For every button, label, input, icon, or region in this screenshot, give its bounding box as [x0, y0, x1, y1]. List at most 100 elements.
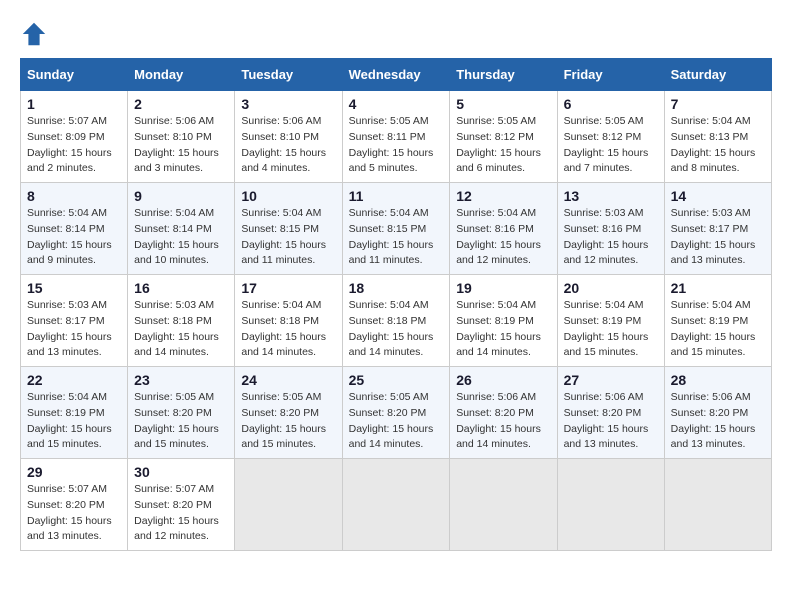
day-number: 9	[134, 188, 228, 204]
sunrise-label: Sunrise: 5:04 AM	[349, 299, 429, 311]
day-number: 15	[27, 280, 121, 296]
day-number: 18	[349, 280, 444, 296]
day-number: 4	[349, 96, 444, 112]
day-info: Sunrise: 5:03 AM Sunset: 8:17 PM Dayligh…	[27, 298, 121, 361]
day-info: Sunrise: 5:06 AM Sunset: 8:20 PM Dayligh…	[671, 390, 765, 453]
daylight-label: Daylight: 15 hours and 13 minutes.	[27, 331, 112, 359]
calendar-cell: 24 Sunrise: 5:05 AM Sunset: 8:20 PM Dayl…	[235, 367, 342, 459]
day-number: 25	[349, 372, 444, 388]
logo-icon	[20, 20, 48, 48]
week-row-4: 22 Sunrise: 5:04 AM Sunset: 8:19 PM Dayl…	[21, 367, 772, 459]
header-sunday: Sunday	[21, 59, 128, 91]
calendar-cell: 13 Sunrise: 5:03 AM Sunset: 8:16 PM Dayl…	[557, 183, 664, 275]
calendar-cell	[235, 459, 342, 551]
daylight-label: Daylight: 15 hours and 12 minutes.	[134, 515, 219, 543]
day-number: 23	[134, 372, 228, 388]
day-info: Sunrise: 5:04 AM Sunset: 8:14 PM Dayligh…	[134, 206, 228, 269]
calendar-cell: 27 Sunrise: 5:06 AM Sunset: 8:20 PM Dayl…	[557, 367, 664, 459]
calendar-cell: 29 Sunrise: 5:07 AM Sunset: 8:20 PM Dayl…	[21, 459, 128, 551]
week-row-1: 1 Sunrise: 5:07 AM Sunset: 8:09 PM Dayli…	[21, 91, 772, 183]
calendar-cell: 25 Sunrise: 5:05 AM Sunset: 8:20 PM Dayl…	[342, 367, 450, 459]
daylight-label: Daylight: 15 hours and 14 minutes.	[349, 423, 434, 451]
sunrise-label: Sunrise: 5:04 AM	[134, 207, 214, 219]
sunset-label: Sunset: 8:15 PM	[349, 223, 427, 235]
calendar-cell: 17 Sunrise: 5:04 AM Sunset: 8:18 PM Dayl…	[235, 275, 342, 367]
day-info: Sunrise: 5:06 AM Sunset: 8:20 PM Dayligh…	[456, 390, 550, 453]
sunrise-label: Sunrise: 5:05 AM	[349, 391, 429, 403]
sunrise-label: Sunrise: 5:07 AM	[134, 483, 214, 495]
calendar-cell: 19 Sunrise: 5:04 AM Sunset: 8:19 PM Dayl…	[450, 275, 557, 367]
day-info: Sunrise: 5:07 AM Sunset: 8:20 PM Dayligh…	[134, 482, 228, 545]
daylight-label: Daylight: 15 hours and 5 minutes.	[349, 147, 434, 175]
sunset-label: Sunset: 8:18 PM	[349, 315, 427, 327]
daylight-label: Daylight: 15 hours and 9 minutes.	[27, 239, 112, 267]
calendar-cell: 5 Sunrise: 5:05 AM Sunset: 8:12 PM Dayli…	[450, 91, 557, 183]
day-number: 13	[564, 188, 658, 204]
sunrise-label: Sunrise: 5:04 AM	[27, 207, 107, 219]
sunset-label: Sunset: 8:20 PM	[134, 407, 212, 419]
header-monday: Monday	[128, 59, 235, 91]
week-row-2: 8 Sunrise: 5:04 AM Sunset: 8:14 PM Dayli…	[21, 183, 772, 275]
day-info: Sunrise: 5:06 AM Sunset: 8:20 PM Dayligh…	[564, 390, 658, 453]
calendar-cell: 7 Sunrise: 5:04 AM Sunset: 8:13 PM Dayli…	[664, 91, 771, 183]
daylight-label: Daylight: 15 hours and 15 minutes.	[564, 331, 649, 359]
sunrise-label: Sunrise: 5:04 AM	[671, 299, 751, 311]
sunrise-label: Sunrise: 5:06 AM	[134, 115, 214, 127]
sunrise-label: Sunrise: 5:07 AM	[27, 115, 107, 127]
sunrise-label: Sunrise: 5:04 AM	[456, 207, 536, 219]
day-info: Sunrise: 5:06 AM Sunset: 8:10 PM Dayligh…	[134, 114, 228, 177]
sunset-label: Sunset: 8:20 PM	[456, 407, 534, 419]
sunrise-label: Sunrise: 5:04 AM	[564, 299, 644, 311]
week-row-5: 29 Sunrise: 5:07 AM Sunset: 8:20 PM Dayl…	[21, 459, 772, 551]
day-number: 14	[671, 188, 765, 204]
sunset-label: Sunset: 8:19 PM	[671, 315, 749, 327]
daylight-label: Daylight: 15 hours and 13 minutes.	[564, 423, 649, 451]
sunset-label: Sunset: 8:20 PM	[671, 407, 749, 419]
sunrise-label: Sunrise: 5:05 AM	[456, 115, 536, 127]
header-tuesday: Tuesday	[235, 59, 342, 91]
day-info: Sunrise: 5:07 AM Sunset: 8:09 PM Dayligh…	[27, 114, 121, 177]
daylight-label: Daylight: 15 hours and 8 minutes.	[671, 147, 756, 175]
calendar-cell: 15 Sunrise: 5:03 AM Sunset: 8:17 PM Dayl…	[21, 275, 128, 367]
daylight-label: Daylight: 15 hours and 14 minutes.	[349, 331, 434, 359]
sunrise-label: Sunrise: 5:04 AM	[456, 299, 536, 311]
daylight-label: Daylight: 15 hours and 13 minutes.	[671, 239, 756, 267]
day-info: Sunrise: 5:04 AM Sunset: 8:19 PM Dayligh…	[27, 390, 121, 453]
sunset-label: Sunset: 8:19 PM	[564, 315, 642, 327]
daylight-label: Daylight: 15 hours and 13 minutes.	[27, 515, 112, 543]
day-info: Sunrise: 5:03 AM Sunset: 8:18 PM Dayligh…	[134, 298, 228, 361]
day-number: 20	[564, 280, 658, 296]
sunrise-label: Sunrise: 5:05 AM	[134, 391, 214, 403]
sunset-label: Sunset: 8:19 PM	[456, 315, 534, 327]
daylight-label: Daylight: 15 hours and 14 minutes.	[134, 331, 219, 359]
calendar-cell: 12 Sunrise: 5:04 AM Sunset: 8:16 PM Dayl…	[450, 183, 557, 275]
daylight-label: Daylight: 15 hours and 12 minutes.	[564, 239, 649, 267]
week-row-3: 15 Sunrise: 5:03 AM Sunset: 8:17 PM Dayl…	[21, 275, 772, 367]
sunrise-label: Sunrise: 5:03 AM	[564, 207, 644, 219]
sunrise-label: Sunrise: 5:04 AM	[241, 207, 321, 219]
sunset-label: Sunset: 8:15 PM	[241, 223, 319, 235]
calendar-cell: 28 Sunrise: 5:06 AM Sunset: 8:20 PM Dayl…	[664, 367, 771, 459]
sunrise-label: Sunrise: 5:04 AM	[241, 299, 321, 311]
sunset-label: Sunset: 8:13 PM	[671, 131, 749, 143]
day-info: Sunrise: 5:04 AM Sunset: 8:18 PM Dayligh…	[349, 298, 444, 361]
header-saturday: Saturday	[664, 59, 771, 91]
daylight-label: Daylight: 15 hours and 15 minutes.	[241, 423, 326, 451]
day-number: 3	[241, 96, 335, 112]
day-number: 22	[27, 372, 121, 388]
daylight-label: Daylight: 15 hours and 15 minutes.	[671, 331, 756, 359]
logo	[20, 20, 52, 48]
header-wednesday: Wednesday	[342, 59, 450, 91]
calendar-cell	[557, 459, 664, 551]
daylight-label: Daylight: 15 hours and 15 minutes.	[27, 423, 112, 451]
daylight-label: Daylight: 15 hours and 3 minutes.	[134, 147, 219, 175]
day-number: 8	[27, 188, 121, 204]
day-info: Sunrise: 5:04 AM Sunset: 8:13 PM Dayligh…	[671, 114, 765, 177]
sunset-label: Sunset: 8:11 PM	[349, 131, 426, 143]
daylight-label: Daylight: 15 hours and 14 minutes.	[456, 423, 541, 451]
sunrise-label: Sunrise: 5:06 AM	[564, 391, 644, 403]
calendar-cell: 3 Sunrise: 5:06 AM Sunset: 8:10 PM Dayli…	[235, 91, 342, 183]
day-number: 2	[134, 96, 228, 112]
day-info: Sunrise: 5:05 AM Sunset: 8:11 PM Dayligh…	[349, 114, 444, 177]
calendar-cell: 30 Sunrise: 5:07 AM Sunset: 8:20 PM Dayl…	[128, 459, 235, 551]
